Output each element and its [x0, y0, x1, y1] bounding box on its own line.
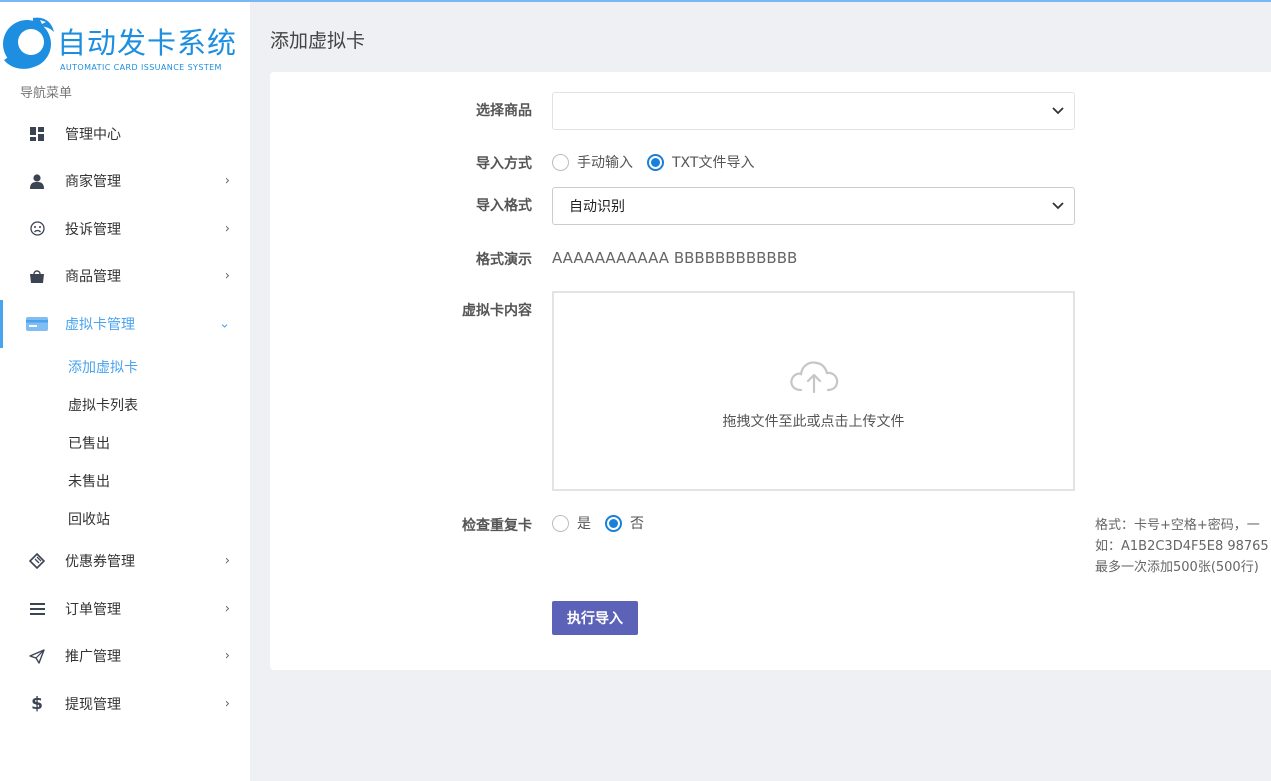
nav-caption: 导航菜单	[20, 86, 73, 101]
chevron-down-icon: ⌄	[219, 316, 230, 332]
hint-line: 最多一次添加500张(500行)	[1095, 560, 1259, 575]
nav-item-label: 商家管理	[65, 174, 121, 191]
user-icon	[26, 172, 48, 190]
check-duplicate-label: 检查重复卡	[462, 518, 532, 534]
sad-face-icon	[26, 220, 48, 238]
sub-item-unsold[interactable]: 未售出	[0, 462, 250, 500]
format-hint: 格式：卡号+空格+密码，一 如：A1B2C3D4F5E8 98765 最多一次添…	[1095, 515, 1269, 578]
form-card: 选择商品 导入方式 手动输入 TXT文件导入 导入格式 自动识别 格式演示 AA…	[270, 72, 1271, 670]
shopping-bag-icon	[26, 267, 48, 285]
logo-subtitle: AUTOMATIC CARD ISSUANCE SYSTEM	[60, 63, 222, 72]
execute-import-button[interactable]: 执行导入	[552, 601, 638, 635]
nav-menu: 管理中心 商家管理 › 投诉管理 › 商品管理 › 虚拟卡管理 ⌄ 添加虚拟卡 …	[0, 110, 250, 728]
sub-item-sold[interactable]: 已售出	[0, 424, 250, 462]
logo-icon	[3, 17, 54, 69]
upload-instruction: 拖拽文件至此或点击上传文件	[722, 414, 905, 430]
nav-item-withdrawal[interactable]: $ 提现管理 ›	[0, 680, 250, 728]
radio-manual-input[interactable]	[552, 153, 569, 171]
format-demo-value: AAAAAAAAAAA BBBBBBBBBBBB	[552, 249, 798, 267]
nav-item-label: 管理中心	[65, 126, 121, 143]
page-title: 添加虚拟卡	[270, 30, 366, 52]
nav-item-label: 商品管理	[65, 269, 121, 286]
logo: 自动发卡系统 AUTOMATIC CARD ISSUANCE SYSTEM	[0, 12, 250, 72]
radio-dup-yes[interactable]	[552, 514, 569, 532]
hint-line: 如：A1B2C3D4F5E8 98765	[1095, 539, 1269, 554]
paper-plane-icon	[26, 647, 48, 665]
import-format-select[interactable]: 自动识别	[552, 187, 1075, 225]
nav-item-complaints[interactable]: 投诉管理 ›	[0, 205, 250, 253]
sub-item-card-list[interactable]: 虚拟卡列表	[0, 386, 250, 424]
logo-title: 自动发卡系统	[57, 26, 238, 60]
radio-txt-import-label[interactable]: TXT文件导入	[672, 152, 754, 172]
radio-dup-no[interactable]	[605, 514, 622, 532]
chevron-right-icon: ›	[224, 553, 230, 569]
ticket-icon	[26, 552, 48, 570]
sidebar: 自动发卡系统 AUTOMATIC CARD ISSUANCE SYSTEM 导航…	[0, 2, 250, 781]
list-icon	[26, 600, 48, 618]
chevron-right-icon: ›	[224, 696, 230, 712]
nav-item-dashboard[interactable]: 管理中心	[0, 110, 250, 158]
radio-manual-input-label[interactable]: 手动输入	[577, 152, 633, 172]
product-select[interactable]	[552, 92, 1075, 130]
chevron-right-icon: ›	[224, 268, 230, 284]
nav-item-label: 优惠券管理	[65, 554, 135, 571]
import-method-group: 手动输入 TXT文件导入	[552, 152, 768, 172]
card-icon	[26, 315, 48, 333]
chevron-right-icon: ›	[224, 221, 230, 237]
chevron-right-icon: ›	[224, 173, 230, 189]
cloud-upload-icon	[790, 361, 839, 393]
import-format-value: 自动识别	[569, 199, 625, 215]
radio-dup-yes-label[interactable]: 是	[577, 513, 591, 533]
import-format-label: 导入格式	[476, 198, 532, 214]
radio-dup-no-label[interactable]: 否	[630, 513, 644, 533]
nav-item-products[interactable]: 商品管理 ›	[0, 253, 250, 301]
chevron-right-icon: ›	[224, 648, 230, 664]
chevron-right-icon: ›	[224, 601, 230, 617]
nav-item-label: 虚拟卡管理	[65, 316, 135, 333]
chevron-down-icon	[1052, 107, 1064, 115]
dollar-icon: $	[31, 693, 43, 714]
format-demo-label: 格式演示	[476, 252, 532, 268]
nav-item-virtual-cards[interactable]: 虚拟卡管理 ⌄	[0, 300, 250, 348]
chevron-down-icon	[1052, 202, 1064, 210]
nav-item-label: 投诉管理	[65, 221, 121, 238]
nav-item-orders[interactable]: 订单管理 ›	[0, 585, 250, 633]
sub-item-recycle-bin[interactable]: 回收站	[0, 500, 250, 538]
nav-item-label: 推广管理	[65, 649, 121, 666]
nav-item-label: 订单管理	[65, 601, 121, 618]
check-duplicate-group: 是 否	[552, 513, 658, 533]
card-content-label: 虚拟卡内容	[462, 303, 532, 319]
file-dropzone[interactable]: 拖拽文件至此或点击上传文件	[552, 291, 1075, 491]
product-label: 选择商品	[476, 103, 532, 119]
radio-txt-import[interactable]	[647, 153, 664, 171]
nav-item-merchants[interactable]: 商家管理 ›	[0, 158, 250, 206]
nav-item-label: 提现管理	[65, 696, 121, 713]
hint-line: 格式：卡号+空格+密码，一	[1095, 518, 1260, 533]
nav-item-promotion[interactable]: 推广管理 ›	[0, 633, 250, 681]
dashboard-icon	[26, 125, 48, 143]
import-method-label: 导入方式	[476, 156, 532, 172]
sub-item-add-card[interactable]: 添加虚拟卡	[0, 348, 250, 386]
nav-item-coupons[interactable]: 优惠券管理 ›	[0, 538, 250, 586]
